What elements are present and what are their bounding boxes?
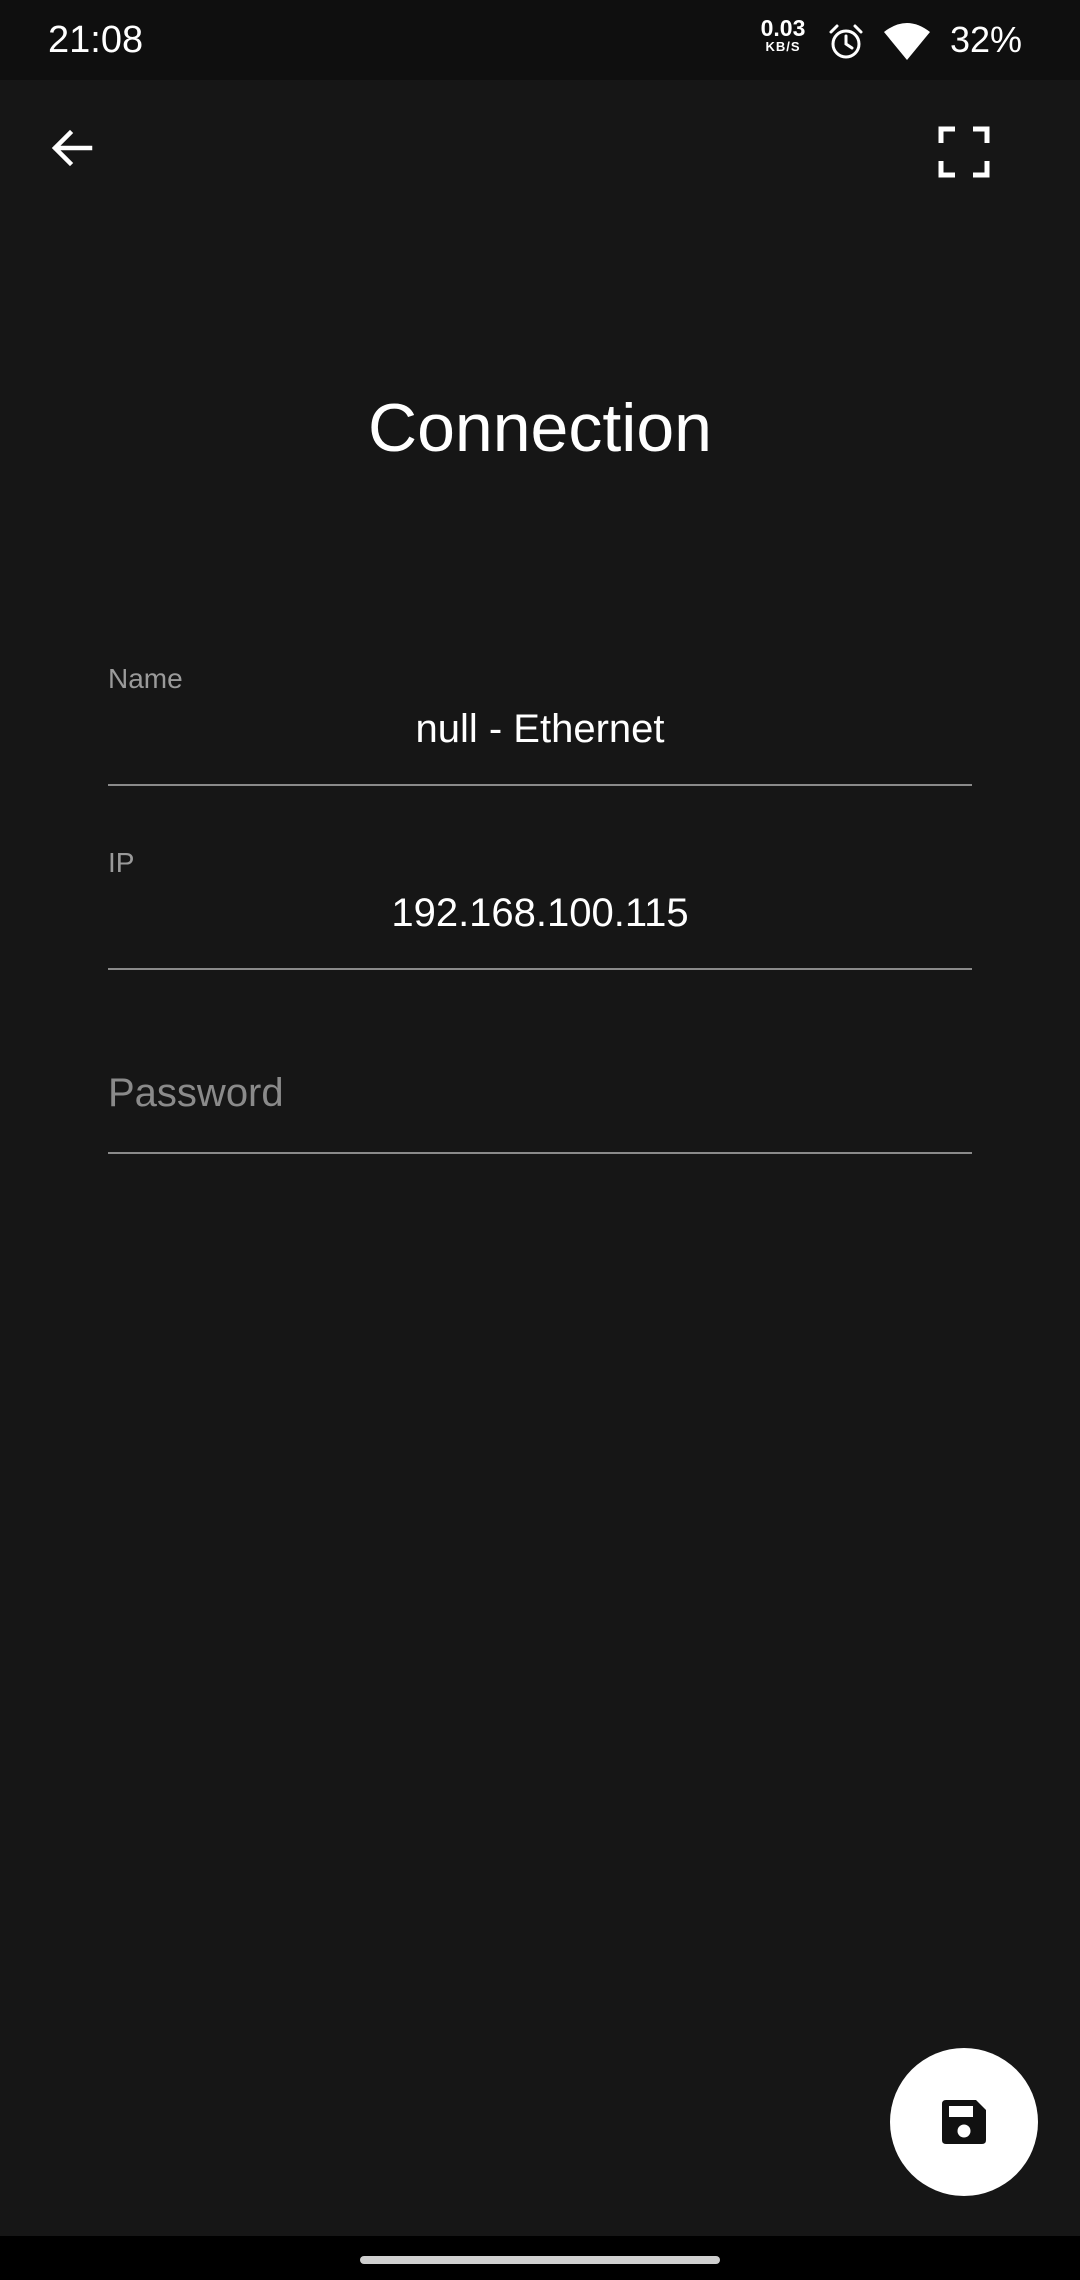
back-button[interactable] (36, 112, 108, 184)
connection-screen: 21:08 0.03 KB/S 32% Connection Name null… (0, 0, 1080, 2280)
navigation-bar (0, 2236, 1080, 2280)
save-button[interactable] (890, 2048, 1038, 2196)
status-bar: 21:08 0.03 KB/S 32% (0, 0, 1080, 80)
home-indicator[interactable] (360, 2256, 720, 2264)
arrow-left-icon (51, 129, 93, 167)
ip-field-label: IP (108, 847, 135, 878)
fullscreen-button[interactable] (928, 116, 1000, 188)
ip-field[interactable]: IP 192.168.100.115 (108, 836, 972, 970)
name-field[interactable]: Name null - Ethernet (108, 652, 972, 786)
battery-percentage: 32% (950, 19, 1023, 60)
ip-field-value[interactable]: 192.168.100.115 (108, 888, 972, 938)
page-title: Connection (367, 390, 713, 466)
status-time: 21:08 (48, 19, 144, 61)
password-field-placeholder: Password (108, 1071, 284, 1115)
name-field-value[interactable]: null - Ethernet (108, 704, 972, 754)
network-speed-unit: KB/S (765, 39, 801, 54)
wifi-icon (882, 22, 932, 62)
fullscreen-icon (938, 126, 990, 178)
password-field[interactable]: Password (108, 1020, 972, 1154)
network-speed-value: 0.03 (760, 15, 806, 41)
save-icon (942, 2100, 986, 2144)
name-field-label: Name (108, 663, 183, 694)
network-speed: 0.03 KB/S (756, 16, 810, 54)
alarm-icon (826, 22, 866, 62)
